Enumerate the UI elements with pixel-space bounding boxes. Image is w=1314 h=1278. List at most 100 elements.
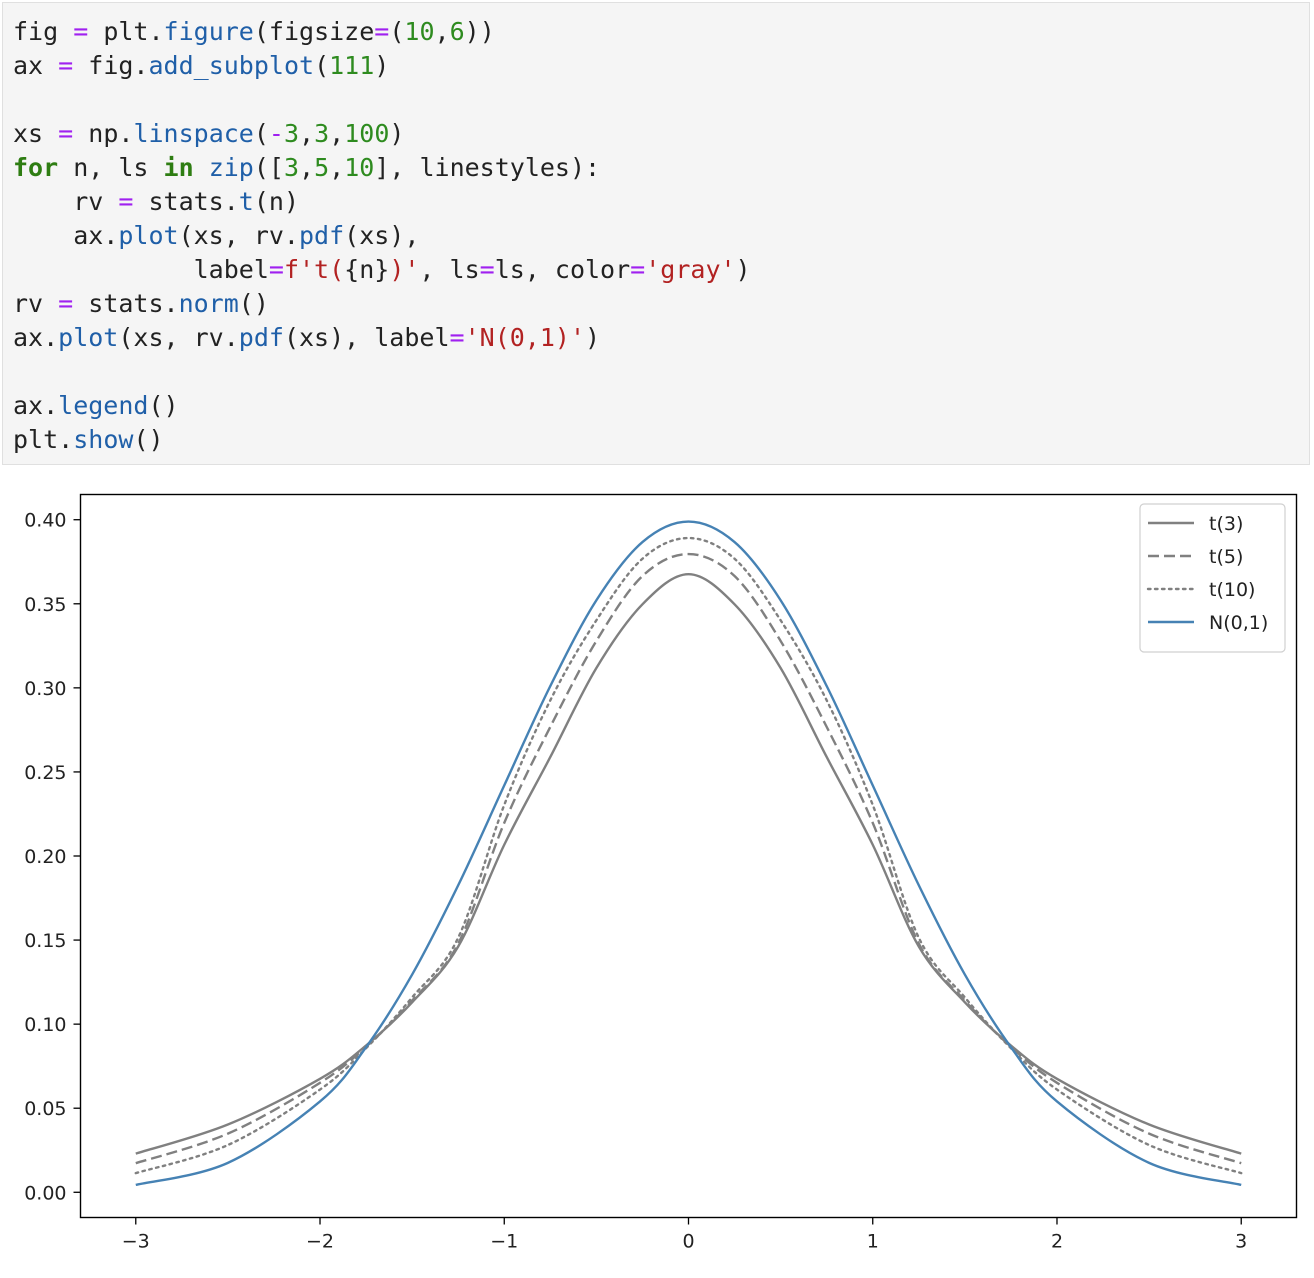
code-token: ax. [13, 323, 59, 352]
legend: t(3) t(5) t(10) N(0,1) [1139, 503, 1286, 653]
code-token: () [148, 391, 179, 420]
x-tick-label: −3 [122, 1231, 150, 1253]
code-token: ) [735, 255, 751, 284]
legend-label: t(3) [1209, 513, 1243, 535]
code-token: pdf [299, 221, 345, 250]
code-token: ) [389, 119, 405, 148]
x-tick-label: 1 [867, 1231, 879, 1253]
code-token: t [238, 187, 254, 216]
code-token: 3 [283, 153, 300, 182]
code-token: = [449, 323, 465, 352]
legend-label: t(5) [1209, 546, 1243, 568]
code-token: ) [585, 323, 601, 352]
code-token: plt. [13, 425, 74, 454]
y-tick-label: 0.35 [24, 594, 66, 616]
code-token: rv [13, 289, 59, 318]
code-token: 5 [314, 153, 330, 182]
code-token: , [329, 153, 345, 182]
code-line: ax.legend() [13, 389, 179, 423]
y-tick-label: 0.20 [24, 846, 66, 868]
code-line: plt.show() [13, 423, 164, 457]
code-token: ax. [13, 391, 59, 420]
code-token: ([ [253, 153, 284, 182]
code-token: ax [13, 51, 59, 80]
x-tick-label: 2 [1051, 1231, 1063, 1253]
code-token: (figsize [253, 17, 375, 46]
x-tick-label: −2 [306, 1231, 334, 1253]
code-token: - [268, 119, 284, 148]
code-token: = [479, 255, 495, 284]
code-token: = [58, 119, 74, 148]
code-token: , [434, 17, 450, 46]
code-token: in [163, 153, 194, 182]
code-token: , [299, 119, 315, 148]
code-token: xs [13, 119, 59, 148]
code-token: = [118, 187, 134, 216]
code-token: legend [58, 391, 149, 420]
code-token: () [238, 289, 269, 318]
code-token: norm [178, 289, 239, 318]
code-token: ( [314, 51, 330, 80]
code-token: for [13, 153, 59, 182]
plot-output: 0.00 0.05 0.10 0.15 0.20 0.25 0.30 0.35 0.40 −3 −… [0, 470, 1314, 1274]
code-token: (xs, rv. [118, 323, 239, 352]
code-token: (xs), [344, 221, 420, 250]
code-token: rv [13, 187, 119, 216]
code-token: 3 [314, 119, 330, 148]
y-tick-label: 0.15 [24, 930, 66, 952]
code-token: (n) [253, 187, 299, 216]
code-token: fig [13, 17, 74, 46]
code-token: 3 [283, 119, 300, 148]
code-token: figure [163, 17, 254, 46]
y-tick-label: 0.00 [24, 1182, 66, 1204]
code-token: linspace [133, 119, 254, 148]
code-token: ) [374, 51, 390, 80]
code-line: rv = stats.norm() [13, 287, 269, 321]
code-token: ( [389, 17, 405, 46]
code-token: zip [208, 153, 254, 182]
y-tick-label: 0.05 [24, 1098, 66, 1120]
code-token: = [58, 289, 74, 318]
code-token: 111 [329, 51, 375, 80]
code-token: add_subplot [148, 51, 315, 80]
code-token: ax. [13, 221, 119, 250]
code-token: )' [389, 255, 420, 284]
code-token: 'N(0,1)' [464, 323, 586, 352]
code-token: n, ls [58, 153, 164, 182]
code-token: fig. [73, 51, 149, 80]
y-tick-label: 0.30 [24, 678, 66, 700]
code-token: plot [118, 221, 179, 250]
code-token: , [329, 119, 345, 148]
code-token: stats. [133, 187, 239, 216]
code-token: ls, color [494, 255, 631, 284]
code-line: ax.plot(xs, rv.pdf(xs), label='N(0,1)') [13, 321, 600, 355]
code-token: = [58, 51, 74, 80]
code-token: )) [464, 17, 495, 46]
x-tick-label: 0 [682, 1231, 694, 1253]
x-tick-label: 3 [1235, 1231, 1247, 1253]
code-token: 100 [344, 119, 390, 148]
code-token: 6 [449, 17, 465, 46]
code-token: show [73, 425, 134, 454]
code-token: 10 [404, 17, 435, 46]
code-line: xs = np.linspace(-3,3,100) [13, 117, 404, 151]
code-cell[interactable]: fig = plt.figure(figsize=(10,6)) ax = fig… [2, 2, 1310, 465]
code-token: ( [253, 119, 269, 148]
code-line: ax.plot(xs, rv.pdf(xs), [13, 219, 419, 253]
code-token: label [13, 255, 269, 284]
code-token: np. [73, 119, 134, 148]
code-line: label=f't({n})', ls=ls, color='gray') [13, 253, 751, 287]
legend-label: N(0,1) [1209, 612, 1268, 634]
code-token: {n} [344, 255, 390, 284]
code-token: = [630, 255, 646, 284]
code-token: pdf [238, 323, 284, 352]
code-token: ], linestyles): [374, 153, 601, 182]
code-token: plot [58, 323, 119, 352]
code-token: 10 [344, 153, 375, 182]
code-line: rv = stats.t(n) [13, 185, 299, 219]
code-token: f't( [283, 255, 345, 284]
code-token: = [268, 255, 284, 284]
code-token: , ls [419, 255, 480, 284]
y-tick-label: 0.40 [24, 510, 66, 532]
